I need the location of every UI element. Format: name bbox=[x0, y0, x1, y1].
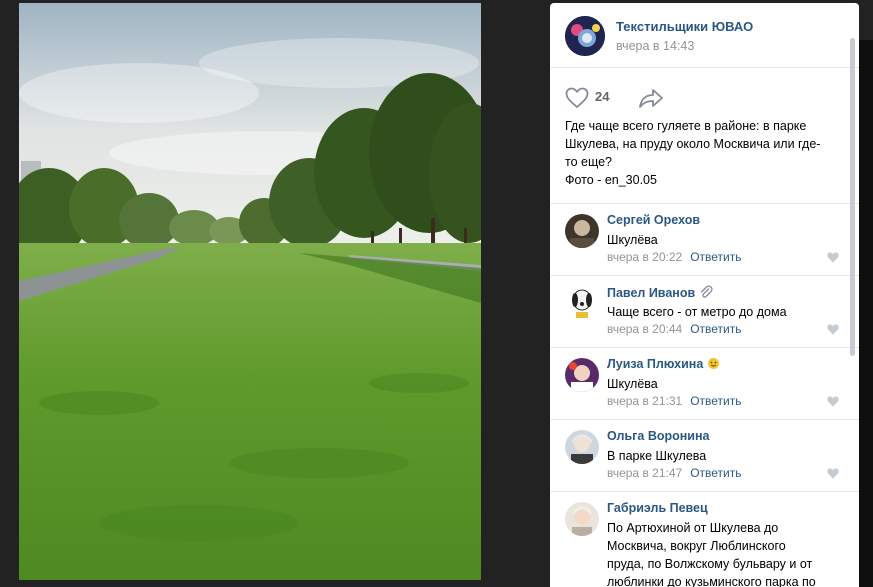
comment-text: Чаще всего - от метро до дома bbox=[607, 305, 787, 319]
post-text-line: Шкулева, на пруду около Москвича или где… bbox=[565, 137, 821, 151]
group-name-link[interactable]: Текстильщики ЮВАО bbox=[616, 19, 753, 34]
reply-button[interactable]: Ответить bbox=[690, 394, 741, 408]
group-avatar[interactable] bbox=[565, 16, 605, 56]
comment-author-name[interactable]: Луиза Плюхина bbox=[607, 357, 703, 371]
comment-time[interactable]: вчера в 21:47 bbox=[607, 466, 682, 480]
comment-text: По Артюхиной от Шкулева до Москвича, вок… bbox=[607, 519, 843, 587]
comment-meta: вчера в 21:31 Ответить bbox=[607, 394, 741, 408]
comment-item: Ольга Воронина В парке Шкулева вчера в 2… bbox=[550, 420, 859, 492]
comment-text: В парке Шкулева bbox=[607, 449, 707, 463]
comments-list: Сергей Орехов Шкулёва вчера в 20:22 Ответ… bbox=[550, 203, 859, 587]
comment-meta: вчера в 20:44 Ответить bbox=[607, 322, 741, 336]
reply-button[interactable]: Ответить bbox=[690, 466, 741, 480]
comment-author[interactable]: Габриэль Певец bbox=[607, 501, 708, 515]
post-timestamp[interactable]: вчера в 14:43 bbox=[616, 39, 694, 53]
comment-time[interactable]: вчера в 21:31 bbox=[607, 394, 682, 408]
comment-text-line: По Артюхиной от Шкулева до bbox=[607, 521, 779, 535]
comment-author[interactable]: Сергей Орехов bbox=[607, 213, 700, 227]
comment-text: Шкулёва bbox=[607, 233, 658, 247]
comment-text-line: люблинки до кузьминского парка по bbox=[607, 575, 816, 587]
background-strip bbox=[859, 40, 873, 587]
comment-item: Сергей Орехов Шкулёва вчера в 20:22 Ответ… bbox=[550, 204, 859, 276]
comment-item: Павел Иванов Чаще всего - от метро до до… bbox=[550, 276, 859, 348]
avatar[interactable] bbox=[565, 430, 599, 464]
comment-text: Шкулёва bbox=[607, 377, 658, 391]
heart-icon[interactable] bbox=[827, 396, 839, 407]
post-photo[interactable] bbox=[19, 3, 481, 580]
heart-icon[interactable] bbox=[827, 468, 839, 479]
comment-author[interactable]: Павел Иванов bbox=[607, 285, 713, 300]
comment-text-line: Москвича, вокруг Люблинского bbox=[607, 539, 786, 553]
avatar[interactable] bbox=[565, 358, 599, 392]
heart-icon[interactable] bbox=[827, 252, 839, 263]
post-actions: 24 bbox=[565, 87, 845, 109]
comment-text-line: пруда, по Волжскому бульвару и от bbox=[607, 557, 813, 571]
comment-author[interactable]: Ольга Воронина bbox=[607, 429, 709, 443]
share-icon[interactable] bbox=[638, 87, 664, 109]
park-photo-image bbox=[19, 3, 481, 580]
heart-icon[interactable] bbox=[565, 87, 589, 109]
reply-button[interactable]: Ответить bbox=[690, 250, 741, 264]
scrollbar[interactable] bbox=[850, 38, 855, 356]
avatar[interactable] bbox=[565, 502, 599, 536]
comment-item: Луиза Плюхина Шкулёва вчера в 21:31 Ответ… bbox=[550, 348, 859, 420]
comment-item: Габриэль Певец По Артюхиной от Шкулева д… bbox=[550, 492, 859, 587]
post-text: Где чаще всего гуляете в районе: в парке… bbox=[565, 117, 849, 189]
post-text-line: Фото - en_30.05 bbox=[565, 173, 657, 187]
paperclip-icon bbox=[701, 285, 713, 298]
comment-meta: вчера в 21:47 Ответить bbox=[607, 466, 741, 480]
reply-button[interactable]: Ответить bbox=[690, 322, 741, 336]
post-header: Текстильщики ЮВАО вчера в 14:43 bbox=[550, 3, 859, 68]
post-side-panel: Текстильщики ЮВАО вчера в 14:43 24 Где ч… bbox=[550, 3, 859, 587]
post-text-line: Где чаще всего гуляете в районе: в парке bbox=[565, 119, 807, 133]
comment-author[interactable]: Луиза Плюхина bbox=[607, 357, 720, 371]
comment-author-name[interactable]: Павел Иванов bbox=[607, 286, 695, 300]
emoji-icon bbox=[708, 358, 720, 369]
avatar[interactable] bbox=[565, 214, 599, 248]
like-count[interactable]: 24 bbox=[595, 89, 609, 104]
post-text-line: то еще? bbox=[565, 155, 613, 169]
comment-time[interactable]: вчера в 20:22 bbox=[607, 250, 682, 264]
comment-meta: вчера в 20:22 Ответить bbox=[607, 250, 741, 264]
heart-icon[interactable] bbox=[827, 324, 839, 335]
avatar[interactable] bbox=[565, 286, 599, 320]
comment-time[interactable]: вчера в 20:44 bbox=[607, 322, 682, 336]
